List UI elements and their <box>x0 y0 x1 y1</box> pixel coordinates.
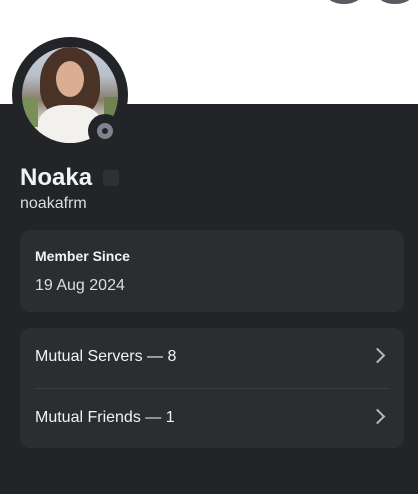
avatar-background-left <box>22 97 38 127</box>
mutual-servers-row[interactable]: Mutual Servers — 8 <box>20 328 404 388</box>
member-since-card: Member Since 19 Aug 2024 <box>20 230 404 312</box>
mutuals-card: Mutual Servers — 8 Mutual Friends — 1 <box>20 328 404 448</box>
offline-status-icon-center <box>102 128 108 134</box>
avatar-face <box>56 61 84 97</box>
top-action-button-1[interactable] <box>327 0 361 4</box>
badge-icon[interactable] <box>103 170 119 186</box>
mutual-servers-label: Mutual Servers — 8 <box>35 348 177 365</box>
display-name: Noaka <box>20 164 93 191</box>
member-since-label: Member Since <box>35 248 130 264</box>
top-action-button-2[interactable] <box>378 0 412 4</box>
username: noakafrm <box>20 195 87 212</box>
mutual-friends-row[interactable]: Mutual Friends — 1 <box>20 389 404 449</box>
chevron-right-icon <box>369 408 386 425</box>
chevron-right-icon <box>369 347 386 364</box>
member-since-date: 19 Aug 2024 <box>35 277 125 294</box>
mutual-friends-label: Mutual Friends — 1 <box>35 409 175 426</box>
